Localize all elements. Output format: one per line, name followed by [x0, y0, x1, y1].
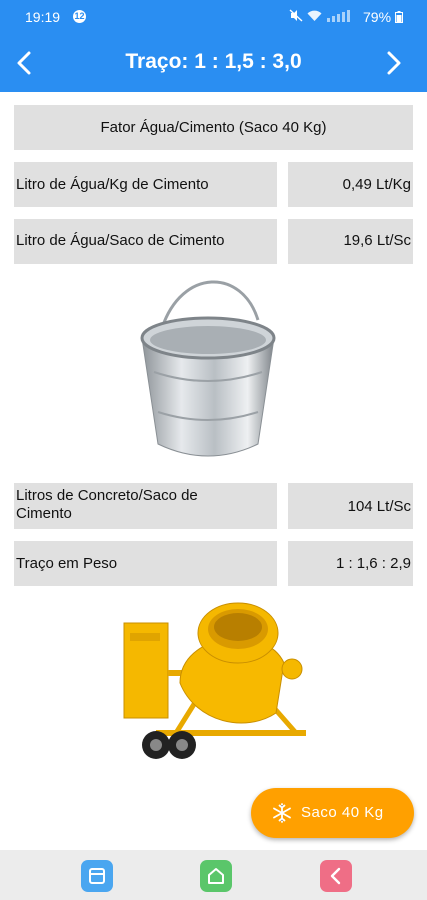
snowflake-icon — [273, 803, 291, 823]
page-title: Traço: 1 : 1,5 : 3,0 — [125, 50, 302, 73]
row-label: Traço em Peso — [16, 555, 118, 572]
table-header-label: Fator Água/Cimento (Saco 40 Kg) — [100, 119, 327, 136]
table-row-label: Litro de Água/Kg de Cimento — [14, 162, 277, 207]
row-label: Litros de Concreto/Saco de Cimento — [16, 487, 198, 522]
table-row-value: 0,49 Lt/Kg — [288, 162, 413, 207]
battery-indicator: 79% — [363, 9, 403, 25]
back-button[interactable] — [320, 860, 352, 892]
window-icon — [89, 868, 105, 884]
recent-apps-button[interactable] — [81, 860, 113, 892]
fab-saco-button[interactable]: Saco 40 Kg — [251, 788, 414, 838]
row-value: 0,49 Lt/Kg — [342, 176, 411, 193]
table-header: Fator Água/Cimento (Saco 40 Kg) — [14, 105, 413, 150]
notification-badge: 12 — [73, 10, 86, 23]
battery-percent: 79% — [363, 9, 392, 25]
bottom-nav-bar — [0, 850, 427, 900]
mute-icon — [289, 9, 303, 22]
fab-label: Saco 40 Kg — [301, 804, 384, 821]
system-icons — [289, 9, 353, 23]
signal-icon — [326, 10, 350, 22]
chevron-right-icon[interactable] — [382, 49, 406, 77]
back-icon — [330, 867, 341, 885]
home-icon — [208, 868, 224, 884]
table-row-label: Traço em Peso — [14, 541, 277, 586]
battery-icon — [394, 11, 403, 23]
row-value: 19,6 Lt/Sc — [343, 232, 411, 249]
row-value: 104 Lt/Sc — [347, 498, 411, 515]
row-value: 1 : 1,6 : 2,9 — [335, 555, 411, 572]
bucket-image — [140, 280, 276, 457]
table-row-value: 19,6 Lt/Sc — [288, 219, 413, 264]
table-row-label: Litros de Concreto/Saco de Cimento — [14, 483, 277, 529]
row-label: Litro de Água/Saco de Cimento — [16, 232, 225, 249]
table-row-value: 1 : 1,6 : 2,9 — [288, 541, 413, 586]
home-button[interactable] — [200, 860, 232, 892]
status-bar: 19:19 12 79% — [0, 0, 427, 34]
concrete-mixer-image — [123, 602, 306, 759]
row-label: Litro de Água/Kg de Cimento — [16, 176, 209, 193]
status-time: 19:19 — [25, 9, 61, 25]
table-row-label: Litro de Água/Saco de Cimento — [14, 219, 277, 264]
table-row-value: 104 Lt/Sc — [288, 483, 413, 529]
app-bar: Traço: 1 : 1,5 : 3,0 — [0, 34, 427, 92]
wifi-icon — [307, 10, 322, 21]
